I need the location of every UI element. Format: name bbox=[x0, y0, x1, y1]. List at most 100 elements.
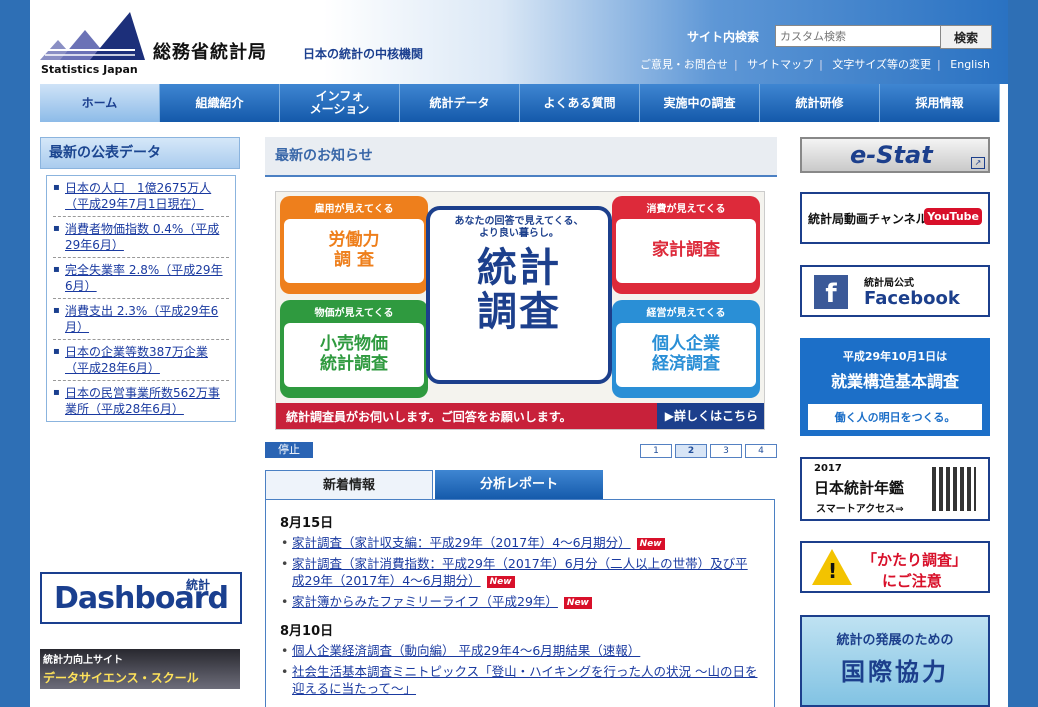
list-item: 完全失業率 2.8%（平成29年6月） bbox=[53, 258, 229, 299]
search-input[interactable] bbox=[775, 25, 943, 47]
survey-slogan: 働く人の明日をつくる。 bbox=[808, 404, 982, 430]
latest-data-list: 日本の人口 1億2675万人（平成29年7月1日現在） 消費者物価指数 0.4%… bbox=[46, 175, 236, 422]
carousel-big-text-1: 統計 bbox=[477, 245, 561, 291]
news-item: 個人企業経済調査（動向編） 平成29年4～6月期結果（速報） bbox=[280, 642, 760, 659]
carousel-page-4[interactable]: 4 bbox=[745, 444, 777, 458]
carousel-details-link[interactable]: ▶詳しくはこちら bbox=[656, 403, 764, 429]
carousel-banner[interactable]: 雇用が見えてくる 労働力 調 査 消費が見えてくる 家計調査 物価が見えてくる … bbox=[275, 191, 765, 430]
international-cooperation-banner[interactable]: 統計の発展のための 国際協力 bbox=[800, 615, 990, 707]
stat-link-population[interactable]: 日本の人口 1億2675万人（平成29年7月1日現在） bbox=[65, 181, 211, 211]
logo-english-text: Statistics Japan bbox=[41, 63, 138, 76]
stat-link-unemployment[interactable]: 完全失業率 2.8%（平成29年6月） bbox=[65, 263, 223, 293]
yearbook-year: 2017 bbox=[814, 463, 842, 474]
english-link[interactable]: English bbox=[950, 58, 990, 71]
contact-link[interactable]: ご意見・お問合せ bbox=[640, 58, 728, 71]
video-channel-label: 統計局動画チャンネル bbox=[808, 212, 928, 226]
latest-news-title: 最新のお知らせ bbox=[265, 137, 777, 177]
tab-analysis-report[interactable]: 分析レポート bbox=[435, 470, 603, 500]
carousel-center-tagline: あなたの回答で見えてくる、 より良い暮らし。 bbox=[454, 216, 584, 239]
facebook-icon: f bbox=[814, 275, 848, 309]
card-household[interactable]: 消費が見えてくる 家計調査 bbox=[612, 196, 760, 294]
list-item: 日本の企業等数387万企業（平成28年6月） bbox=[53, 340, 229, 381]
warning-exclamation: ! bbox=[828, 559, 838, 583]
stat-link-consumption[interactable]: 消費支出 2.3%（平成29年6月） bbox=[65, 304, 218, 334]
news-link[interactable]: 家計調査（家計消費指数：平成29年（2017年）6月分（二人以上の世帯）及び平成… bbox=[292, 556, 748, 588]
carousel-page-3[interactable]: 3 bbox=[710, 444, 742, 458]
survey-date: 平成29年10月1日は bbox=[842, 350, 948, 363]
tab-whats-new[interactable]: 新着情報 bbox=[265, 470, 433, 500]
nav-current-surveys[interactable]: 実施中の調査 bbox=[640, 84, 760, 122]
font-size-link[interactable]: 文字サイズ等の変更 bbox=[832, 58, 931, 71]
nav-training[interactable]: 統計研修 bbox=[760, 84, 880, 122]
employment-survey-banner[interactable]: 平成29年10月1日は 就業構造基本調査 働く人の明日をつくる。 bbox=[800, 338, 990, 436]
data-science-school-banner[interactable]: 統計力向上サイト データサイエンス・スクール bbox=[40, 649, 240, 689]
carousel-page-1[interactable]: 1 bbox=[640, 444, 672, 458]
card-labor-force[interactable]: 雇用が見えてくる 労働力 調 査 bbox=[280, 196, 428, 294]
card-title: 小売物価 統計調査 bbox=[284, 323, 424, 387]
new-badge: New bbox=[486, 576, 515, 588]
dashboard-banner[interactable]: Dashboard 統計 bbox=[40, 572, 242, 624]
news-link[interactable]: 家計簿からみたファミリーライフ（平成29年） bbox=[292, 594, 558, 609]
stat-link-establishments[interactable]: 日本の民営事業所数562万事業所（平成28年6月） bbox=[65, 386, 220, 416]
header: Statistics Japan 総務省統計局 日本の統計の中核機関 サイト内検… bbox=[30, 0, 1008, 84]
separator: | bbox=[819, 58, 823, 71]
card-caption: 物価が見えてくる bbox=[314, 308, 394, 319]
latest-data-title: 最新の公表データ bbox=[40, 137, 240, 169]
nav-home[interactable]: ホーム bbox=[40, 84, 160, 122]
card-title: 個人企業 経済調査 bbox=[616, 323, 756, 387]
main-nav: ホーム 組織紹介 インフォ メーション 統計データ よくある質問 実施中の調査 … bbox=[40, 84, 1000, 122]
nav-faq[interactable]: よくある質問 bbox=[520, 84, 640, 122]
news-link[interactable]: 個人企業経済調査（動向編） 平成29年4～6月期結果（速報） bbox=[292, 643, 640, 658]
left-sidebar: 最新の公表データ 日本の人口 1億2675万人（平成29年7月1日現在） 消費者… bbox=[40, 137, 242, 689]
news-item: 家計調査（家計収支編：平成29年（2017年）4～6月期分） New bbox=[280, 534, 760, 551]
tagline: 日本の統計の中核機関 bbox=[303, 47, 424, 61]
news-date: 8月10日 bbox=[280, 624, 334, 639]
card-caption: 雇用が見えてくる bbox=[314, 204, 394, 215]
list-item: 消費者物価指数 0.4%（平成29年6月） bbox=[53, 217, 229, 258]
carousel-controls: 停止 1 2 3 4 bbox=[265, 442, 777, 462]
carousel-bottom-bar: 統計調査員がお伺いします。ご回答をお願いします。 ▶詳しくはこちら bbox=[276, 403, 764, 429]
warning-line-2: にご注意 bbox=[882, 572, 942, 590]
news-link[interactable]: 家計調査（家計収支編：平成29年（2017年）4～6月期分） bbox=[292, 535, 631, 550]
separator: | bbox=[937, 58, 941, 71]
fraud-warning-banner[interactable]: ! 「かたり調査」 にご注意 bbox=[800, 541, 990, 593]
yearbook-banner[interactable]: 2017 日本統計年鑑 スマートアクセス⇒ bbox=[800, 457, 990, 521]
data-science-banner-bottom: データサイエンス・スクール bbox=[43, 671, 199, 685]
youtube-channel-banner[interactable]: 統計局動画チャンネル YouTube bbox=[800, 192, 990, 244]
nav-organization[interactable]: 組織紹介 bbox=[160, 84, 280, 122]
card-caption: 消費が見えてくる bbox=[646, 204, 726, 215]
nav-statistics-data[interactable]: 統計データ bbox=[400, 84, 520, 122]
news-date: 8月15日 bbox=[280, 516, 334, 531]
facebook-banner[interactable]: f 統計局公式 Facebook bbox=[800, 265, 990, 317]
page: Statistics Japan 総務省統計局 日本の統計の中核機関 サイト内検… bbox=[30, 0, 1008, 707]
carousel-center-panel: あなたの回答で見えてくる、 より良い暮らし。 統計 調査 bbox=[426, 206, 612, 384]
card-retail-price[interactable]: 物価が見えてくる 小売物価 統計調査 bbox=[280, 300, 428, 398]
search-button[interactable]: 検索 bbox=[940, 25, 992, 49]
carousel-big-text-2: 調査 bbox=[477, 289, 561, 335]
carousel-bottom-text: 統計調査員がお伺いします。ご回答をお願いします。 bbox=[286, 410, 572, 424]
list-item: 日本の民営事業所数562万事業所（平成28年6月） bbox=[53, 381, 229, 421]
dashboard-tag: 統計 bbox=[185, 578, 210, 592]
survey-title: 就業構造基本調査 bbox=[830, 372, 959, 391]
card-title: 労働力 調 査 bbox=[284, 219, 424, 283]
card-individual-enterprise[interactable]: 経営が見えてくる 個人企業 経済調査 bbox=[612, 300, 760, 398]
sitemap-link[interactable]: サイトマップ bbox=[747, 58, 813, 71]
statistics-japan-logo-icon[interactable] bbox=[40, 10, 145, 62]
carousel-page-2[interactable]: 2 bbox=[675, 444, 707, 458]
yearbook-title: 日本統計年鑑 bbox=[814, 479, 905, 497]
stat-link-enterprises[interactable]: 日本の企業等数387万企業（平成28年6月） bbox=[65, 345, 208, 375]
nav-recruitment[interactable]: 採用情報 bbox=[880, 84, 1000, 122]
news-tabs: 新着情報 分析レポート bbox=[265, 470, 777, 500]
estat-banner[interactable]: e-Stat ↗ bbox=[800, 137, 990, 173]
nav-information[interactable]: インフォ メーション bbox=[280, 84, 400, 122]
logo-japanese-text[interactable]: 総務省統計局 bbox=[153, 38, 267, 64]
facebook-small-label: 統計局公式 bbox=[864, 278, 914, 289]
news-link[interactable]: 社会生活基本調査ミニトピックス「登山・ハイキングを行った人の状況 ～山の日を迎え… bbox=[292, 664, 757, 696]
warning-line-1: 「かたり調査」 bbox=[862, 551, 968, 569]
list-item: 日本の人口 1億2675万人（平成29年7月1日現在） bbox=[53, 176, 229, 217]
card-title: 家計調査 bbox=[616, 219, 756, 283]
stat-link-cpi[interactable]: 消費者物価指数 0.4%（平成29年6月） bbox=[65, 222, 219, 252]
new-badge: New bbox=[563, 597, 592, 609]
news-item: 家計調査（家計消費指数：平成29年（2017年）6月分（二人以上の世帯）及び平成… bbox=[280, 555, 760, 589]
carousel-stop-button[interactable]: 停止 bbox=[265, 442, 313, 458]
